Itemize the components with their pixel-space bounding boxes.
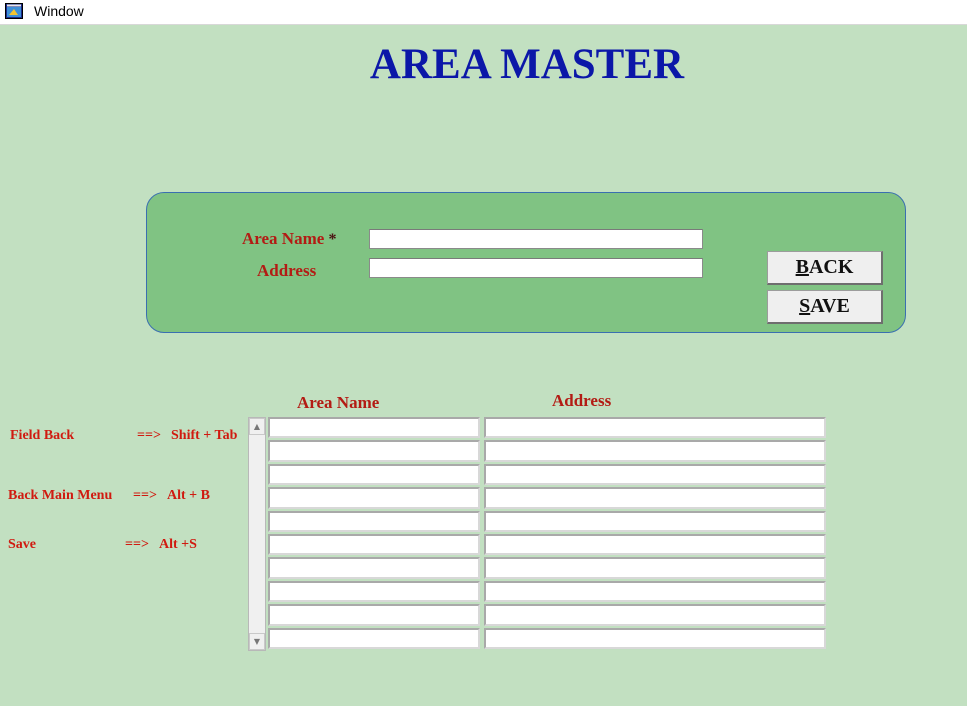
- area-name-cell[interactable]: [268, 510, 480, 532]
- shortcut-back-main-menu-arrow: ==>: [133, 488, 157, 503]
- table-row: [268, 556, 828, 579]
- shortcut-field-back-keys: Shift + Tab: [171, 428, 238, 443]
- grid-scrollbar[interactable]: ▲ ▼: [248, 417, 266, 651]
- address-cell[interactable]: [483, 604, 826, 626]
- address-cell[interactable]: [483, 510, 826, 532]
- table-row: [268, 533, 828, 556]
- area-name-label: Area Name *: [242, 229, 337, 248]
- title-bar: Window: [0, 0, 967, 25]
- page-title: AREA MASTER: [369, 41, 685, 88]
- address-input[interactable]: [369, 258, 703, 278]
- table-row: [268, 627, 828, 650]
- address-label: Address: [257, 261, 317, 280]
- shortcut-save-arrow: ==>: [125, 537, 149, 552]
- area-name-cell[interactable]: [268, 604, 480, 626]
- scroll-up-arrow-icon[interactable]: ▲: [249, 418, 265, 435]
- column-header-area-name: Area Name: [297, 393, 380, 412]
- table-row: [268, 603, 828, 626]
- scroll-down-arrow-icon[interactable]: ▼: [249, 633, 265, 650]
- address-cell[interactable]: [483, 417, 826, 439]
- shortcut-field-back-label: Field Back: [10, 428, 75, 443]
- table-row: [268, 439, 828, 462]
- area-name-input[interactable]: [369, 229, 703, 249]
- save-button[interactable]: SAVE: [767, 290, 883, 324]
- area-name-cell[interactable]: [268, 533, 480, 556]
- address-cell[interactable]: [483, 627, 826, 649]
- area-name-cell[interactable]: [268, 487, 480, 509]
- table-row: [268, 463, 828, 486]
- area-name-cell[interactable]: [268, 557, 480, 579]
- table-row: [268, 486, 828, 509]
- area-name-cell[interactable]: [268, 627, 480, 649]
- address-cell[interactable]: [483, 440, 826, 462]
- address-cell[interactable]: [483, 557, 826, 579]
- area-name-cell[interactable]: [268, 580, 480, 603]
- address-cell[interactable]: [483, 533, 826, 556]
- address-cell[interactable]: [483, 487, 826, 509]
- required-mark: *: [328, 231, 337, 248]
- column-header-address: Address: [552, 391, 612, 410]
- table-row: [268, 510, 828, 533]
- shortcut-save-keys: Alt +S: [159, 537, 197, 552]
- area-name-cell[interactable]: [268, 463, 480, 486]
- back-button[interactable]: BACK: [767, 251, 883, 285]
- shortcut-field-back-arrow: ==>: [137, 428, 161, 443]
- table-row: [268, 580, 828, 603]
- area-name-cell[interactable]: [268, 440, 480, 462]
- shortcut-back-main-menu-label: Back Main Menu: [8, 488, 113, 503]
- address-cell[interactable]: [483, 580, 826, 603]
- area-grid: [268, 416, 828, 650]
- form-panel: Area Name * Address BACK SAVE: [146, 192, 906, 333]
- table-row: [268, 416, 828, 439]
- shortcut-back-main-menu-keys: Alt + B: [167, 488, 210, 503]
- app-window-icon: [5, 3, 23, 19]
- area-name-cell[interactable]: [268, 417, 480, 439]
- window-title: Window: [34, 3, 84, 19]
- shortcut-save-label: Save: [8, 537, 36, 552]
- address-cell[interactable]: [483, 463, 826, 486]
